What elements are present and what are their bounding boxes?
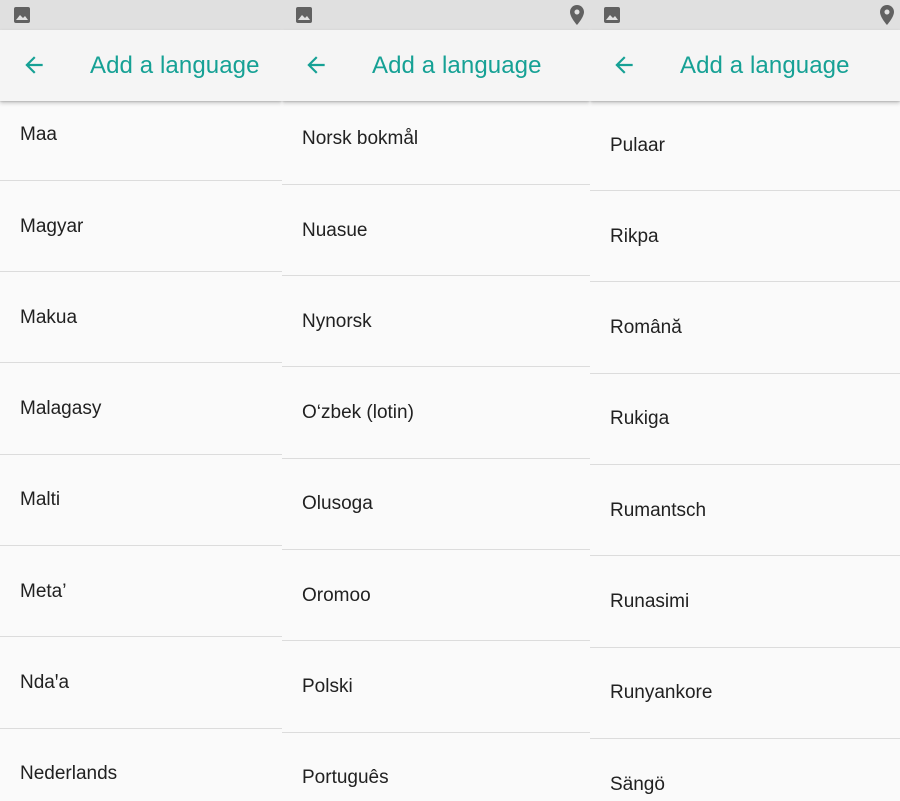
language-item[interactable]: Runyankore: [590, 648, 900, 739]
language-item[interactable]: Magyar: [0, 181, 282, 272]
app-bar: Add a language: [590, 30, 900, 101]
language-item[interactable]: Runasimi: [590, 556, 900, 647]
language-item[interactable]: Makua: [0, 272, 282, 363]
language-item[interactable]: Polski: [282, 641, 590, 732]
language-item[interactable]: Ndaꞌa: [0, 637, 282, 728]
image-icon: [296, 7, 312, 23]
language-item[interactable]: Norsk bokmål: [282, 101, 590, 192]
language-label: Nynorsk: [302, 311, 372, 332]
language-label: Sängö: [610, 774, 665, 795]
back-button[interactable]: [10, 41, 58, 89]
language-label: Nuasue: [302, 220, 368, 241]
screen-panel-1: Add a language Maa Magyar Makua Malagasy…: [0, 0, 282, 801]
arrow-back-icon: [307, 56, 325, 74]
language-label: Rikpa: [610, 226, 659, 247]
status-bar: [282, 0, 590, 30]
language-label: Makua: [20, 307, 78, 328]
language-label: Runyankore: [610, 682, 713, 703]
language-label: Malagasy: [20, 398, 102, 419]
language-item[interactable]: Meta’: [0, 546, 282, 637]
language-item[interactable]: Nynorsk: [282, 276, 590, 367]
language-item[interactable]: Nuasue: [282, 185, 590, 276]
language-label: Magyar: [20, 216, 84, 237]
language-label: Maa: [20, 124, 57, 145]
image-icon: [604, 7, 620, 23]
language-label: Română: [610, 317, 682, 338]
language-item[interactable]: Sängö: [590, 739, 900, 801]
language-label: Nederlands: [20, 763, 118, 784]
location-pin-icon: [570, 5, 584, 25]
language-label: Malti: [20, 489, 61, 510]
language-item[interactable]: Malagasy: [0, 363, 282, 454]
image-icon: [14, 7, 30, 23]
language-item[interactable]: Nederlands: [0, 729, 282, 801]
language-item[interactable]: Rikpa: [590, 191, 900, 282]
back-button[interactable]: [292, 41, 340, 89]
language-label: Rukiga: [610, 408, 670, 429]
language-label: Runasimi: [610, 591, 690, 612]
status-bar: [590, 0, 900, 30]
language-label: Ndaꞌa: [20, 672, 70, 693]
language-label: O‘zbek (lotin): [302, 402, 414, 423]
screen-panel-2: Add a language Norsk bokmål Nuasue Nynor…: [282, 0, 590, 801]
language-label: Oromoo: [302, 585, 371, 606]
language-label: Polski: [302, 676, 353, 697]
page-title: Add a language: [372, 52, 542, 79]
language-label: Rumantsch: [610, 500, 707, 521]
language-label: Olusoga: [302, 493, 373, 514]
location-pin-icon: [880, 5, 894, 25]
status-bar: [0, 0, 282, 30]
language-item[interactable]: Oromoo: [282, 550, 590, 641]
back-button[interactable]: [600, 41, 648, 89]
language-item[interactable]: Malti: [0, 455, 282, 546]
page-title: Add a language: [90, 52, 260, 79]
language-item[interactable]: Rukiga: [590, 374, 900, 465]
app-bar: Add a language: [282, 30, 590, 101]
language-item[interactable]: Pulaar: [590, 101, 900, 192]
language-item[interactable]: Română: [590, 282, 900, 373]
arrow-back-icon: [25, 56, 43, 74]
app-bar: Add a language: [0, 30, 282, 101]
language-label: Português: [302, 767, 389, 788]
language-item[interactable]: Olusoga: [282, 459, 590, 550]
language-item[interactable]: O‘zbek (lotin): [282, 367, 590, 458]
arrow-back-icon: [615, 56, 633, 74]
page-title: Add a language: [680, 52, 850, 79]
language-label: Meta’: [20, 581, 67, 602]
language-item[interactable]: Maa: [0, 101, 282, 192]
language-item[interactable]: Rumantsch: [590, 465, 900, 556]
language-label: Pulaar: [610, 135, 665, 156]
language-label: Norsk bokmål: [302, 128, 419, 149]
screen-panel-3: Add a language Pulaar Rikpa Română Rukig…: [590, 0, 900, 801]
language-item[interactable]: Português: [282, 733, 590, 801]
